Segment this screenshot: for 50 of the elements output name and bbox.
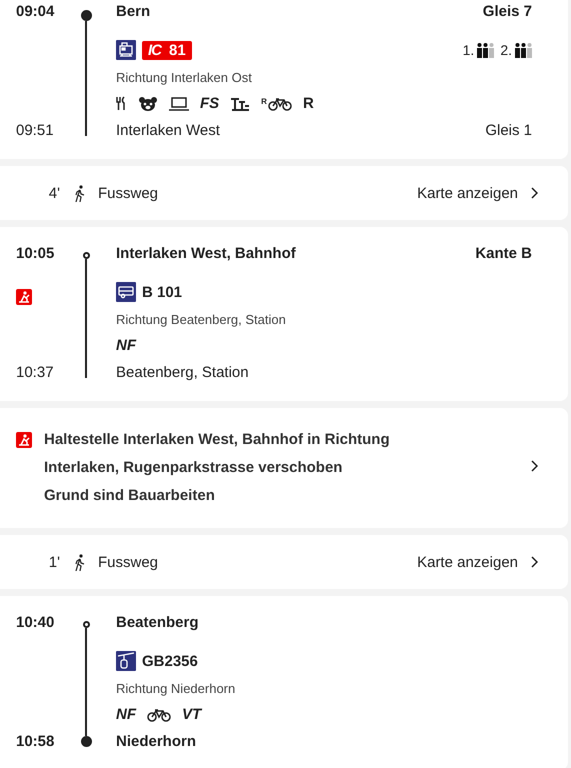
- pedestrian-icon: [74, 554, 86, 570]
- walk-label: Fussweg: [98, 554, 160, 570]
- show-map-link[interactable]: Karte anzeigen: [417, 184, 538, 202]
- bicycle-icon: [147, 708, 171, 722]
- line-name: GB2356: [142, 652, 198, 670]
- laptop-icon: [169, 96, 189, 110]
- departure-time: 10:05: [16, 245, 56, 262]
- construction-warning-icon: [16, 432, 32, 448]
- occupancy-icon: [477, 42, 494, 58]
- gondola-icon: [116, 651, 136, 671]
- direction-text: Richtung Beatenberg, Station: [116, 312, 287, 327]
- reservation-code: R: [302, 95, 314, 112]
- service-code: VT: [182, 706, 202, 723]
- service-code: NF: [116, 337, 136, 354]
- arrival-stop: Interlaken West: [116, 122, 221, 139]
- walk-duration: 4': [48, 184, 60, 202]
- direction-text: Richtung Interlaken Ost: [116, 70, 253, 85]
- arrival-time: 09:51: [16, 122, 55, 139]
- service-code: NF: [116, 706, 136, 723]
- departure-stop: Beatenberg: [116, 614, 200, 631]
- arrival-platform: Gleis 1: [484, 122, 532, 139]
- teddy-bear-icon: [138, 96, 158, 112]
- cutlery-icon: [116, 96, 127, 111]
- class-label: 1.: [462, 42, 474, 58]
- occupancy-icon: [515, 42, 532, 58]
- arrival-time: 10:58: [16, 733, 56, 750]
- departure-time: 09:04: [16, 3, 56, 20]
- train-icon: [116, 40, 136, 60]
- chevron-right-icon: [530, 187, 538, 199]
- chevron-right-icon: [530, 460, 538, 472]
- disruption-notice[interactable]: Haltestelle Interlaken West, Bahnhof in Richtung Interlaken, Rugenparkstrasse verschoben Grund sind Bauarbeiten: [0, 408, 568, 528]
- departure-time: 10:40: [16, 614, 56, 631]
- class-label: 2.: [500, 42, 512, 58]
- departure-stop: Interlaken West, Bahnhof: [116, 245, 297, 262]
- walk-label: Fussweg: [98, 184, 160, 202]
- departure-stop: Bern: [116, 3, 152, 20]
- service-code: FS: [200, 95, 220, 112]
- chevron-right-icon: [530, 556, 538, 568]
- show-map-link[interactable]: Karte anzeigen: [417, 554, 538, 570]
- pedestrian-icon: [74, 184, 86, 202]
- direction-text: Richtung Niederhorn: [116, 681, 236, 696]
- departure-platform: Kante B: [475, 245, 532, 262]
- arrival-stop: Beatenberg, Station: [116, 364, 250, 381]
- departure-platform: Gleis 7: [482, 3, 532, 20]
- arrival-stop: Niederhorn: [116, 733, 198, 750]
- line-name: B 101: [142, 284, 182, 300]
- bus-icon: [116, 282, 136, 302]
- walk-duration: 1': [48, 554, 60, 570]
- arrival-time: 10:37: [16, 364, 55, 381]
- line-badge: IC 81: [142, 40, 192, 60]
